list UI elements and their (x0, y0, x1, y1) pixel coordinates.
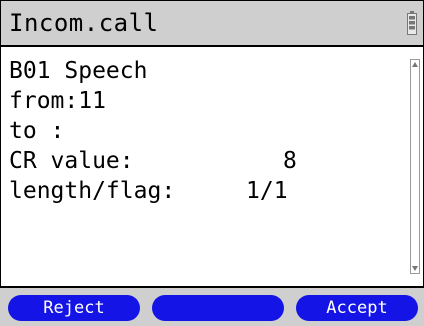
called-to: to : (9, 118, 65, 144)
reject-button[interactable]: Reject (8, 295, 140, 321)
title-bar: Incom.call (0, 0, 424, 47)
scrollbar[interactable] (410, 59, 420, 274)
caller-from: from:11 (9, 88, 106, 114)
cr-value: 8 (283, 148, 297, 174)
screen-title: Incom.call (9, 9, 159, 37)
middle-softkey-button[interactable] (152, 295, 284, 321)
battery-icon (407, 11, 417, 35)
message-type: B01 Speech (9, 58, 148, 84)
message-content: B01 Speech from:11 to : CR value: 8 leng… (0, 47, 424, 286)
scroll-up-icon[interactable] (412, 62, 418, 67)
length-flag-value: 1/1 (246, 178, 288, 204)
softkey-bar: Reject Accept (0, 286, 424, 326)
length-flag-label: length/flag: (9, 178, 176, 204)
scroll-down-icon[interactable] (412, 266, 418, 271)
incoming-call-screen: Incom.call B01 Speech from:11 to : CR va… (0, 0, 424, 326)
cr-value-label: CR value: (9, 148, 134, 174)
accept-button[interactable]: Accept (296, 295, 418, 321)
